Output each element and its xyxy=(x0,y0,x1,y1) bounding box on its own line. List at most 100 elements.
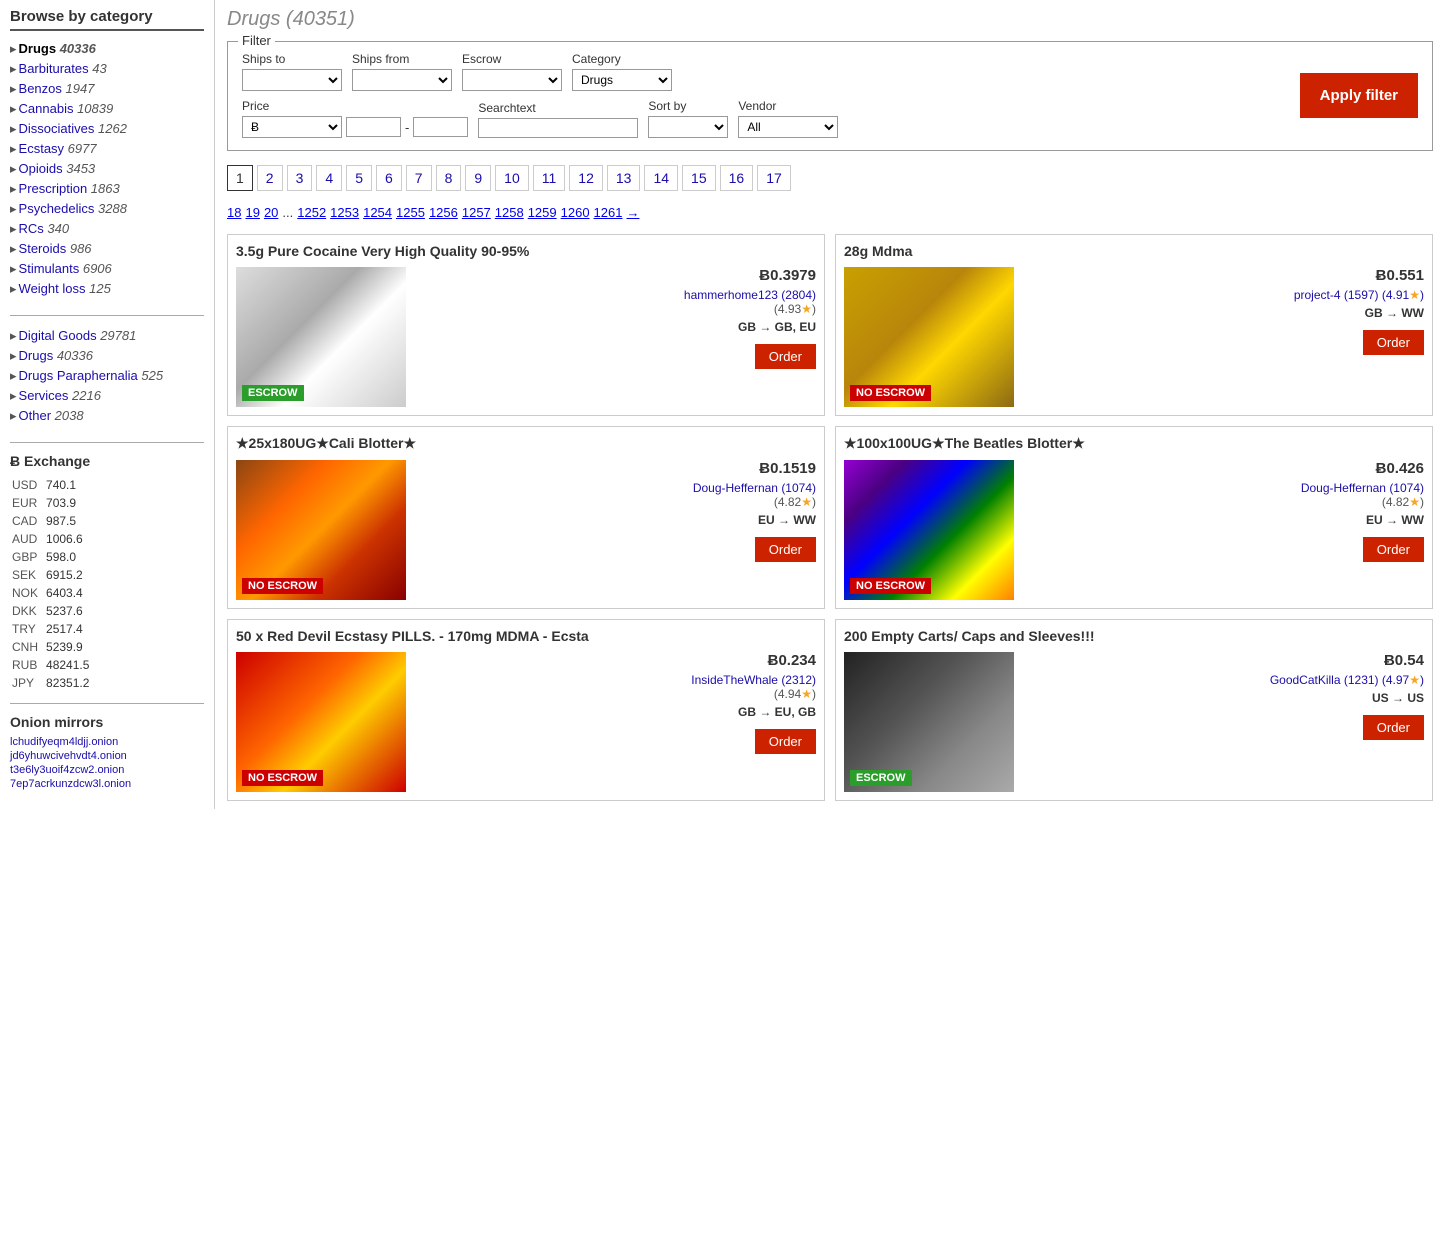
escrow-badge: NO ESCROW xyxy=(242,578,323,594)
pagination-link[interactable]: 1259 xyxy=(528,205,557,220)
sidebar-cat-link[interactable]: Drugs 40336 xyxy=(19,41,96,56)
pagination-link[interactable]: 7 xyxy=(406,165,432,191)
sidebar-cat-link[interactable]: Benzos 1947 xyxy=(19,81,95,96)
product-rating: (4.82★) xyxy=(416,495,816,509)
pagination-link[interactable]: 1258 xyxy=(495,205,524,220)
exchange-currency: SEK xyxy=(12,567,44,583)
product-vendor[interactable]: InsideTheWhale (2312) xyxy=(416,673,816,687)
sidebar-cat-link[interactable]: Cannabis 10839 xyxy=(19,101,114,116)
sidebar-cat-link[interactable]: Prescription 1863 xyxy=(19,181,120,196)
pagination-link[interactable]: 1261 xyxy=(594,205,623,220)
pagination-link[interactable]: 11 xyxy=(533,165,566,191)
product-shipping: GB → GB, EU xyxy=(416,320,816,334)
ships-from-group: Ships from xyxy=(352,52,452,91)
pagination-link[interactable]: 13 xyxy=(607,165,641,191)
price-min-input[interactable] xyxy=(346,117,401,137)
price-currency-select[interactable]: Ƀ xyxy=(242,116,342,138)
sidebar-cat-link[interactable]: Ecstasy 6977 xyxy=(19,141,97,156)
filter-box: Filter Ships to Ships from xyxy=(227,41,1433,151)
vendor-select[interactable]: All xyxy=(738,116,838,138)
sidebar-cat-link[interactable]: Psychedelics 3288 xyxy=(19,201,127,216)
sidebar-cat-link[interactable]: Dissociatives 1262 xyxy=(19,121,127,136)
cat-bullet: ▸ xyxy=(10,201,17,216)
pagination-link[interactable]: 1254 xyxy=(363,205,392,220)
price-max-input[interactable] xyxy=(413,117,468,137)
pagination-link[interactable]: 12 xyxy=(569,165,603,191)
pagination-link[interactable]: 18 xyxy=(227,205,241,220)
product-rating: (4.93★) xyxy=(416,302,816,316)
product-vendor[interactable]: GoodCatKilla (1231) (4.97★) xyxy=(1024,673,1424,687)
sidebar-cat-item: ▸Drugs 40336 xyxy=(10,39,204,59)
product-vendor[interactable]: Doug-Heffernan (1074) xyxy=(416,481,816,495)
order-button[interactable]: Order xyxy=(1363,715,1424,740)
onion-link[interactable]: t3e6ly3uoif4zcw2.onion xyxy=(10,764,204,776)
pagination-link[interactable]: 19 xyxy=(245,205,259,220)
pagination-link[interactable]: 4 xyxy=(316,165,342,191)
sort-by-select[interactable] xyxy=(648,116,728,138)
pagination-link[interactable]: 1255 xyxy=(396,205,425,220)
order-button[interactable]: Order xyxy=(755,537,816,562)
sidebar-sec-cat-link[interactable]: Drugs 40336 xyxy=(19,348,93,363)
pagination-link[interactable]: 1257 xyxy=(462,205,491,220)
exchange-rate: 987.5 xyxy=(46,513,95,529)
sidebar-sec-cat-link[interactable]: Digital Goods 29781 xyxy=(19,328,137,343)
order-button[interactable]: Order xyxy=(755,344,816,369)
sidebar-cat-link[interactable]: Weight loss 125 xyxy=(19,281,111,296)
sidebar-sec-cat-link[interactable]: Services 2216 xyxy=(19,388,101,403)
sidebar-sec-cat-item: ▸Other 2038 xyxy=(10,406,204,426)
exchange-rate: 2517.4 xyxy=(46,621,95,637)
sidebar-sec-cat-link[interactable]: Drugs Paraphernalia 525 xyxy=(19,368,164,383)
pagination-link[interactable]: 1253 xyxy=(330,205,359,220)
cat-bullet: ▸ xyxy=(10,181,17,196)
sidebar-cat-link[interactable]: Stimulants 6906 xyxy=(19,261,112,276)
pagination-link[interactable]: 16 xyxy=(720,165,754,191)
pagination-link[interactable]: 8 xyxy=(436,165,462,191)
product-price: Ƀ0.54 xyxy=(1024,652,1424,669)
pagination-link[interactable]: 20 xyxy=(264,205,278,220)
ships-from-select[interactable] xyxy=(352,69,452,91)
pagination-next-button[interactable]: → xyxy=(626,205,639,220)
product-vendor[interactable]: hammerhome123 (2804) xyxy=(416,288,816,302)
sidebar-cat-link[interactable]: Steroids 986 xyxy=(19,241,92,256)
product-info: Ƀ0.1519 Doug-Heffernan (1074) (4.82★) EU… xyxy=(416,460,816,562)
product-body: NO ESCROW Ƀ0.426 Doug-Heffernan (1074) (… xyxy=(844,460,1424,600)
pagination-link[interactable]: 1260 xyxy=(561,205,590,220)
sidebar-cat-link[interactable]: Opioids 3453 xyxy=(19,161,96,176)
pagination-link[interactable]: 15 xyxy=(682,165,716,191)
secondary-category-list: ▸Digital Goods 29781▸Drugs 40336▸Drugs P… xyxy=(10,326,204,426)
product-card: ★25x180UG★Cali Blotter★ NO ESCROW Ƀ0.151… xyxy=(227,426,825,609)
order-button[interactable]: Order xyxy=(1363,537,1424,562)
pagination-link[interactable]: 10 xyxy=(495,165,529,191)
sidebar-cat-link[interactable]: Barbiturates 43 xyxy=(19,61,107,76)
order-button[interactable]: Order xyxy=(1363,330,1424,355)
order-button[interactable]: Order xyxy=(755,729,816,754)
escrow-badge: ESCROW xyxy=(242,385,304,401)
onion-link[interactable]: 7ep7acrkunzdcw3l.onion xyxy=(10,778,204,790)
pagination-link[interactable]: 14 xyxy=(644,165,678,191)
pagination-link[interactable]: 17 xyxy=(757,165,791,191)
ships-to-select[interactable] xyxy=(242,69,342,91)
exchange-rate: 1006.6 xyxy=(46,531,95,547)
pagination-link[interactable]: 1256 xyxy=(429,205,458,220)
onion-link[interactable]: jd6yhuwcivehvdt4.onion xyxy=(10,750,204,762)
pagination-link[interactable]: 1252 xyxy=(297,205,326,220)
pagination-link[interactable]: 2 xyxy=(257,165,283,191)
escrow-select[interactable] xyxy=(462,69,562,91)
exchange-rate-row: CAD987.5 xyxy=(12,513,95,529)
pagination-link[interactable]: 5 xyxy=(346,165,372,191)
sidebar-sec-cat-link[interactable]: Other 2038 xyxy=(19,408,84,423)
product-card: 28g Mdma NO ESCROW Ƀ0.551 project-4 (159… xyxy=(835,234,1433,416)
product-vendor[interactable]: project-4 (1597) (4.91★) xyxy=(1024,288,1424,302)
pagination-link[interactable]: 1 xyxy=(227,165,253,191)
sidebar-cat-link[interactable]: RCs 340 xyxy=(19,221,70,236)
category-select[interactable]: Drugs xyxy=(572,69,672,91)
onion-link[interactable]: lchudifyeqm4ldjj.onion xyxy=(10,736,204,748)
product-image: NO ESCROW xyxy=(236,652,406,792)
pagination-link[interactable]: 6 xyxy=(376,165,402,191)
searchtext-input[interactable] xyxy=(478,118,638,138)
product-vendor[interactable]: Doug-Heffernan (1074) xyxy=(1024,481,1424,495)
pagination-link[interactable]: 3 xyxy=(287,165,313,191)
apply-filter-button[interactable]: Apply filter xyxy=(1300,73,1418,118)
product-price: Ƀ0.426 xyxy=(1024,460,1424,477)
pagination-link[interactable]: 9 xyxy=(465,165,491,191)
